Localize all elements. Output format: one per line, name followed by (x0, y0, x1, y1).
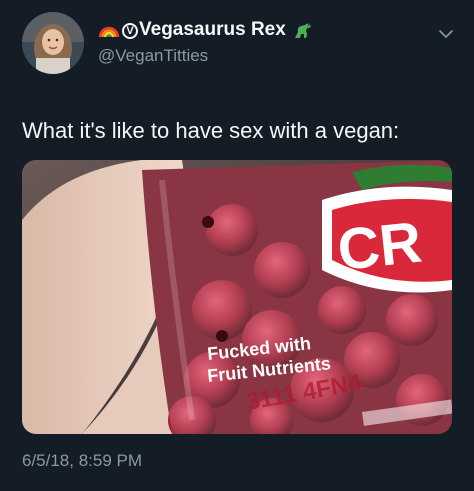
tweet-timestamp[interactable]: 6/5/18, 8:59 PM (22, 451, 142, 471)
dinosaur-icon (292, 19, 314, 41)
tweet-text: What it's like to have sex with a vegan: (22, 118, 400, 143)
avatar[interactable] (22, 12, 84, 74)
author-block[interactable]: V Vegasaurus Rex @VeganTitties (98, 18, 418, 66)
chevron-down-icon[interactable] (436, 24, 456, 44)
display-name-prefix: V (122, 23, 138, 39)
tweet-card: V Vegasaurus Rex @VeganTitties What it's … (0, 0, 474, 491)
display-name[interactable]: V Vegasaurus Rex (122, 19, 286, 41)
brand-letters: CR (335, 210, 425, 283)
display-name-row[interactable]: V Vegasaurus Rex (98, 18, 418, 42)
rainbow-icon (98, 19, 120, 41)
tweet-photo[interactable]: CR Fucked with Fruit Nutrients 3111 4FN4 (22, 160, 452, 434)
author-handle[interactable]: @VeganTitties (98, 46, 418, 66)
tweet-header: V Vegasaurus Rex @VeganTitties (0, 0, 474, 90)
display-name-text: Vegasaurus Rex (139, 19, 286, 40)
